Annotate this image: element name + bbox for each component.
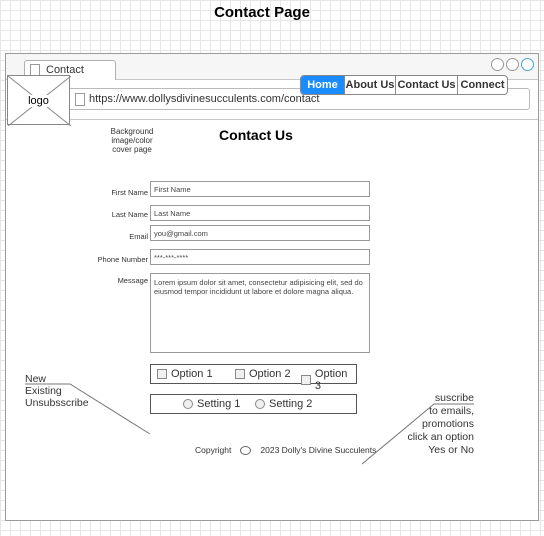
left-connector-line xyxy=(25,383,151,435)
right-connector-line xyxy=(361,403,474,465)
annotation-connectors xyxy=(25,383,474,465)
